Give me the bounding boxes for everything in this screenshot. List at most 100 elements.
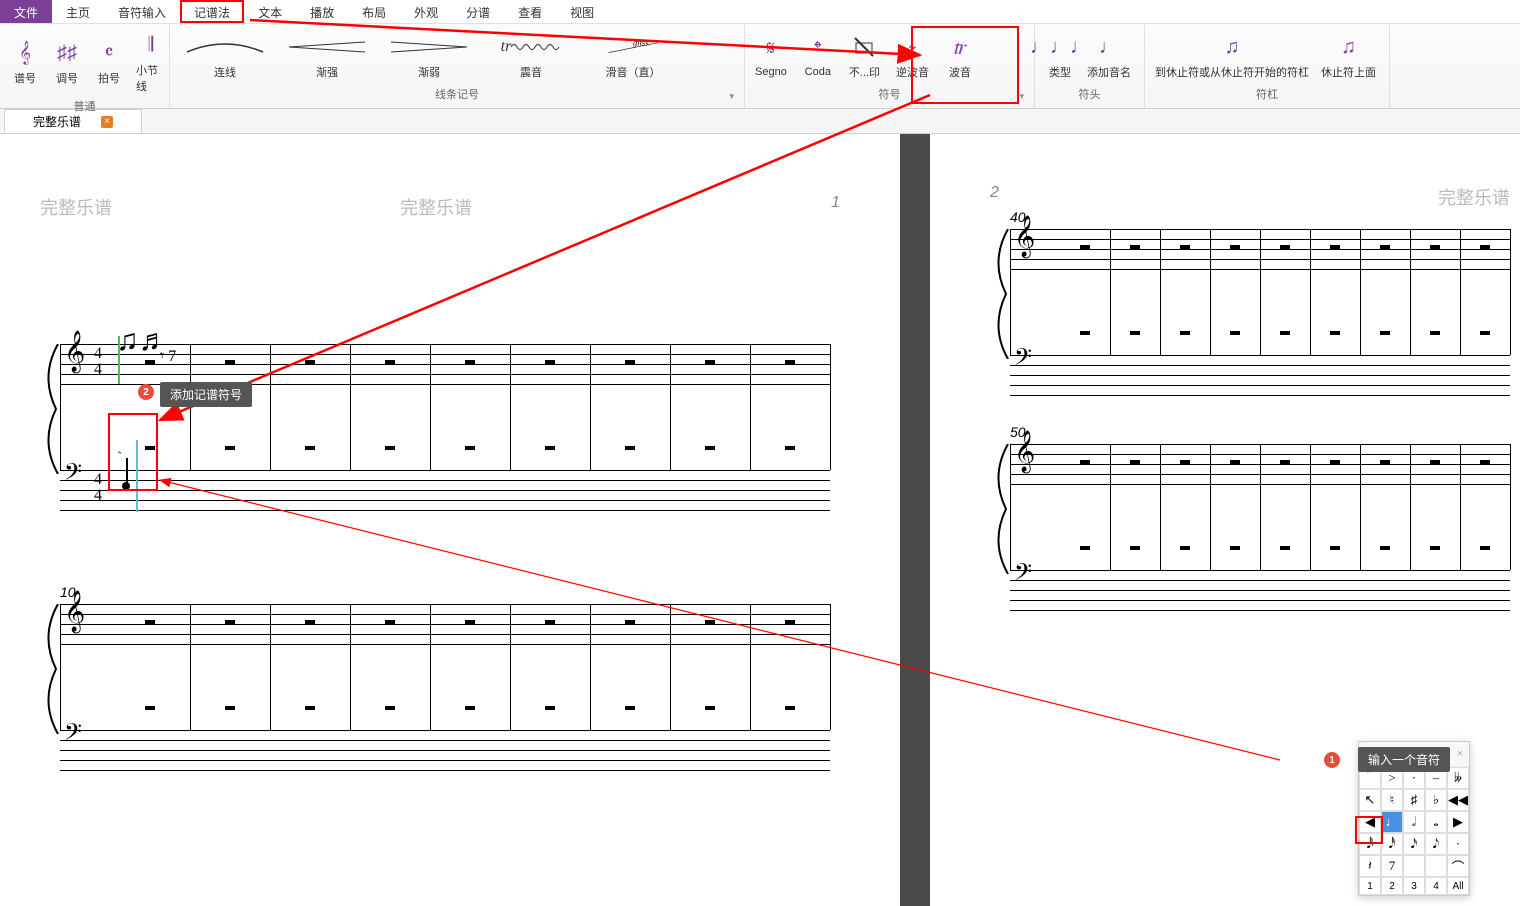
menu-file[interactable]: 文件: [0, 0, 52, 23]
noprint-button[interactable]: 不...印: [845, 30, 884, 82]
keypad-dot[interactable]: ·: [1447, 833, 1469, 855]
timesig-4-4: 44: [94, 346, 102, 378]
coda-button[interactable]: 𝄌Coda: [799, 32, 837, 80]
timesig-icon: 𝄴: [94, 38, 124, 68]
keypad-tab-4[interactable]: 4: [1425, 877, 1447, 895]
menu-home[interactable]: 主页: [52, 0, 104, 23]
coda-icon: 𝄌: [803, 34, 833, 64]
notehead-name-button[interactable]: ♩添加音名: [1083, 30, 1135, 82]
gliss-button[interactable]: gliss.滑音（直）: [584, 30, 682, 82]
crescendo-button[interactable]: 渐强: [278, 30, 376, 82]
bass-clef-icon: 𝄢: [64, 460, 82, 492]
rest-above-icon: ♫: [1334, 32, 1364, 62]
keypad-flat[interactable]: ♭: [1425, 789, 1447, 811]
keypad-7[interactable]: 7: [1381, 855, 1403, 877]
ribbon-label-common: 普通: [6, 96, 163, 116]
menu-layout[interactable]: 布局: [348, 0, 400, 23]
treble-clef-icon: 𝄞: [64, 330, 85, 373]
keypad-sharp[interactable]: ♯: [1403, 789, 1425, 811]
staff-system-r2[interactable]: 𝄞 𝄢: [1010, 444, 1510, 524]
barline-button[interactable]: 𝄂小节线: [132, 28, 170, 96]
keypad-next[interactable]: ▶: [1447, 811, 1469, 833]
menu-play[interactable]: 播放: [296, 0, 348, 23]
keypad-quarter[interactable]: ♩: [1381, 811, 1403, 833]
keypad-empty1[interactable]: [1403, 855, 1425, 877]
keypad-close-icon[interactable]: ×: [1457, 748, 1463, 760]
expand-lines-icon[interactable]: ▾: [729, 91, 734, 102]
menu-view[interactable]: 视图: [556, 0, 608, 23]
expand-symbols-icon[interactable]: ▾: [1019, 91, 1024, 102]
keypad-16th[interactable]: 𝅘𝅥𝅯: [1403, 833, 1425, 855]
bass-clef-icon: 𝄢: [1014, 345, 1032, 377]
keypad-32nd[interactable]: 𝅘𝅥𝅰: [1381, 833, 1403, 855]
ribbon-group-common: 𝄞谱号 ♯♯调号 𝄴拍号 𝄂小节线 普通: [0, 24, 170, 108]
keypad-natural[interactable]: ♮: [1381, 789, 1403, 811]
inv-mordent-button[interactable]: 𝆝逆波音: [892, 30, 933, 82]
menu-note-input[interactable]: 音符输入: [104, 0, 180, 23]
trill-button[interactable]: tr震音: [482, 30, 580, 82]
keypad-arrow[interactable]: ↖: [1359, 789, 1381, 811]
treble-clef-icon: 𝄞: [1014, 430, 1035, 473]
menu-appearance[interactable]: 外观: [400, 0, 452, 23]
menubar: 文件 主页 音符输入 记谱法 文本 播放 布局 外观 分谱 查看 视图: [0, 0, 1520, 24]
ribbon-group-lines: 连线 渐强 渐弱 tr震音 gliss.滑音（直） 线条记号▾: [170, 24, 745, 108]
treble-clef-icon: 𝄞: [64, 590, 85, 633]
menu-review[interactable]: 查看: [504, 0, 556, 23]
ribbon-group-symbols: 𝄋Segno 𝄌Coda 不...印 𝆝逆波音 𝆖波音 符号▾: [745, 24, 1035, 108]
decrescendo-button[interactable]: 渐弱: [380, 30, 478, 82]
playback-cursor: [118, 336, 120, 384]
keypad-8th[interactable]: 𝅘𝅥𝅮: [1425, 833, 1447, 855]
treble-clef-icon: 𝄞: [1014, 215, 1035, 258]
keypad-tab-3[interactable]: 3: [1403, 877, 1425, 895]
keypad-whole[interactable]: 𝅝: [1425, 811, 1447, 833]
close-icon[interactable]: ×: [101, 116, 113, 128]
callout-tooltip-1: 输入一个音符: [1358, 747, 1450, 772]
keypad-tab-2[interactable]: 2: [1381, 877, 1403, 895]
workspace: 完整乐谱 完整乐谱 1 𝄞 44 ♫♬ 𝄾 7 𝄢 44: [0, 134, 1520, 906]
beam-rest-icon: ♫: [1217, 32, 1247, 62]
score-title-left: 完整乐谱: [40, 194, 112, 220]
ribbon-label-symbols: 符号▾: [751, 84, 1028, 104]
score-title-right: 完整乐谱: [1438, 184, 1510, 210]
keypad-rewind[interactable]: ◀◀: [1447, 789, 1469, 811]
red-highlight-keypad: [1355, 816, 1383, 844]
keypad-half[interactable]: 𝅗𝅥: [1403, 811, 1425, 833]
page-number-1: 1: [831, 194, 840, 212]
ribbon: 𝄞谱号 ♯♯调号 𝄴拍号 𝄂小节线 普通 连线 渐强 渐弱 tr震音 gliss…: [0, 24, 1520, 109]
staff-system-r1[interactable]: 𝄞 𝄢: [1010, 229, 1510, 309]
timesig-button[interactable]: 𝄴拍号: [90, 36, 128, 88]
staff-system-2[interactable]: 𝄞 𝄢: [60, 604, 830, 684]
ribbon-label-notehead: 符头: [1041, 84, 1138, 104]
callout-badge-1: 1: [1324, 752, 1340, 768]
keypad-empty2[interactable]: [1425, 855, 1447, 877]
crescendo-icon: [282, 32, 372, 62]
menu-parts[interactable]: 分谱: [452, 0, 504, 23]
keypad-tab-1[interactable]: 1: [1359, 877, 1381, 895]
keysig-button[interactable]: ♯♯调号: [48, 36, 86, 88]
keypad-tie[interactable]: ⌒: [1447, 855, 1469, 877]
trill-icon: tr: [486, 32, 576, 62]
ribbon-group-notehead: ♩♩♩类型 ♩添加音名 符头: [1035, 24, 1145, 108]
beam-rest-button[interactable]: ♫到休止符或从休止符开始的符杠: [1151, 30, 1313, 82]
rest-above-button[interactable]: ♫休止符上面: [1317, 30, 1380, 82]
menu-notation[interactable]: 记谱法: [180, 0, 244, 23]
menu-text[interactable]: 文本: [244, 0, 296, 23]
page-number-2: 2: [990, 184, 999, 202]
timesig-4-4-bass: 44: [94, 472, 102, 504]
segno-button[interactable]: 𝄋Segno: [751, 32, 791, 80]
notehead-type-icon: ♩♩♩: [1045, 32, 1075, 62]
clef-button[interactable]: 𝄞谱号: [6, 36, 44, 88]
mordent-button[interactable]: 𝆖波音: [941, 30, 979, 82]
keypad-rest[interactable]: 𝄽: [1359, 855, 1381, 877]
bass-clef-icon: 𝄢: [1014, 560, 1032, 592]
ribbon-label-lines: 线条记号▾: [176, 84, 738, 104]
slur-button[interactable]: 连线: [176, 30, 274, 82]
notehead-type-button[interactable]: ♩♩♩类型: [1041, 30, 1079, 82]
keypad-doubleflat[interactable]: 𝄫: [1447, 767, 1469, 789]
callout-tooltip-2: 添加记谱符号: [160, 382, 252, 407]
treble-clef-icon: 𝄞: [10, 38, 40, 68]
score-title-center: 完整乐谱: [400, 194, 472, 220]
keypad-tab-all[interactable]: All: [1447, 877, 1469, 895]
keysig-icon: ♯♯: [52, 38, 82, 68]
svg-text:gliss.: gliss.: [633, 40, 650, 48]
